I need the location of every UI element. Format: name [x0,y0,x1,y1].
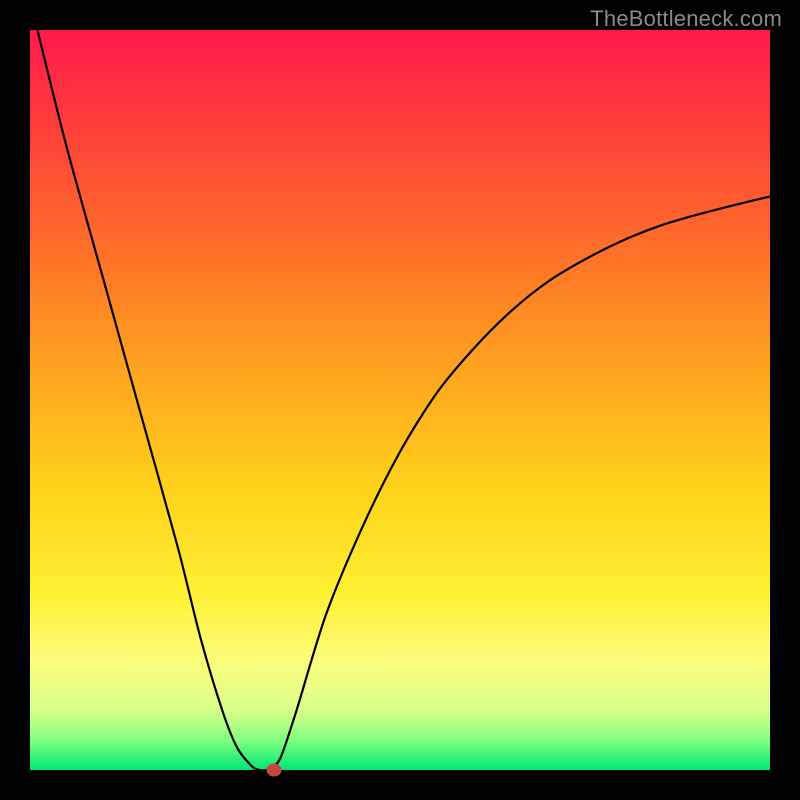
minimum-marker [267,764,282,777]
plot-area [30,30,770,770]
chart-frame: TheBottleneck.com [0,0,800,800]
watermark-text: TheBottleneck.com [590,6,782,32]
curve-svg [30,30,770,770]
curve-path [37,30,770,770]
